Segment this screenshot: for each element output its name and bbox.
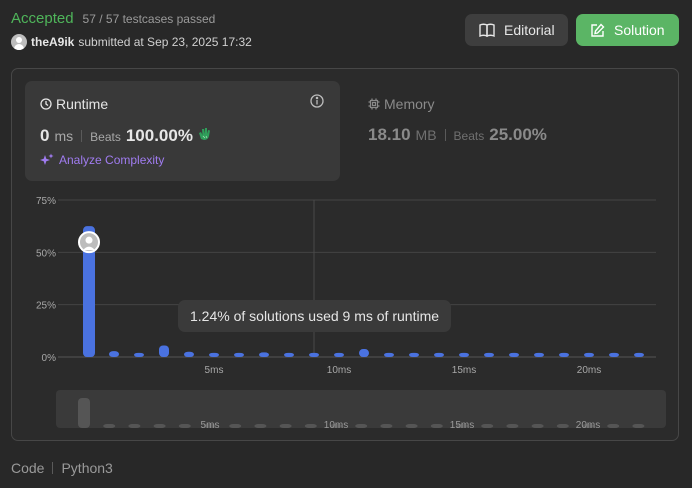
chart-bar[interactable] bbox=[184, 351, 194, 357]
chart-bar[interactable] bbox=[359, 349, 369, 357]
solution-button[interactable]: Solution bbox=[576, 14, 679, 46]
overview-bar bbox=[632, 424, 645, 428]
y-tick-label: 75% bbox=[36, 196, 56, 207]
overview-bar bbox=[178, 424, 191, 428]
overview-bar bbox=[153, 424, 166, 428]
chart-bar[interactable] bbox=[559, 352, 569, 357]
chart-bar[interactable] bbox=[634, 352, 644, 357]
username-link[interactable]: theA9ik bbox=[31, 35, 74, 49]
runtime-distribution-chart[interactable]: 75% 50% 25% 0% 5ms 10ms 15ms 20ms 5ms 10ms 15ms 20m… bbox=[12, 69, 678, 440]
x-tick-label: 5ms bbox=[205, 365, 224, 376]
chart-overview[interactable] bbox=[56, 390, 666, 428]
edit-icon bbox=[591, 22, 605, 37]
overview-x-tick-label: 15ms bbox=[450, 420, 474, 431]
overview-bar bbox=[481, 424, 494, 428]
chart-bar[interactable] bbox=[259, 352, 269, 357]
editorial-button[interactable]: Editorial bbox=[465, 14, 568, 46]
overview-bar bbox=[279, 424, 292, 428]
chart-bar[interactable] bbox=[409, 352, 419, 357]
book-icon bbox=[479, 23, 495, 37]
overview-x-tick-label: 10ms bbox=[324, 420, 348, 431]
status-accepted: Accepted bbox=[11, 10, 74, 27]
chart-bar[interactable] bbox=[309, 352, 319, 357]
chart-bar[interactable] bbox=[584, 352, 594, 357]
overview-bar bbox=[405, 424, 418, 428]
submitted-at: submitted at Sep 23, 2025 17:32 bbox=[78, 35, 252, 49]
chart-bar[interactable] bbox=[484, 352, 494, 357]
overview-bar bbox=[531, 424, 544, 428]
overview-bar bbox=[506, 424, 519, 428]
user-avatar-head bbox=[85, 236, 93, 244]
x-tick-label: 15ms bbox=[452, 365, 476, 376]
overview-bar bbox=[128, 424, 141, 428]
overview-bar bbox=[254, 424, 267, 428]
overview-bar bbox=[380, 424, 393, 428]
y-tick-label: 0% bbox=[42, 353, 57, 364]
submission-header: Accepted 57 / 57 testcases passed theA9i… bbox=[11, 10, 252, 50]
chart-bar[interactable] bbox=[509, 352, 519, 357]
testcases-passed: 57 / 57 testcases passed bbox=[82, 12, 216, 26]
result-card: Runtime 0 ms Beats 100.00% Analyze Compl… bbox=[11, 68, 679, 441]
divider bbox=[52, 462, 54, 474]
x-tick-label: 20ms bbox=[577, 365, 601, 376]
chart-bar[interactable] bbox=[334, 352, 344, 357]
overview-bar bbox=[304, 424, 317, 428]
chart-bar[interactable] bbox=[234, 352, 244, 357]
overview-bar bbox=[607, 424, 620, 428]
overview-bar bbox=[78, 398, 90, 428]
overview-bar bbox=[103, 424, 116, 428]
chart-bar[interactable] bbox=[609, 352, 619, 357]
language-label[interactable]: Python3 bbox=[61, 460, 112, 476]
overview-bar bbox=[229, 424, 242, 428]
y-tick-label: 50% bbox=[36, 248, 56, 259]
chart-tooltip: 1.24% of solutions used 9 ms of runtime bbox=[178, 300, 452, 332]
overview-x-tick-label: 20ms bbox=[576, 420, 600, 431]
chart-bar[interactable] bbox=[384, 352, 394, 357]
chart-bar[interactable] bbox=[284, 352, 294, 357]
avatar[interactable] bbox=[11, 34, 27, 50]
overview-bar bbox=[355, 424, 368, 428]
overview-bar bbox=[556, 424, 569, 428]
chart-bar[interactable] bbox=[209, 352, 219, 357]
chart-bar[interactable] bbox=[109, 351, 119, 357]
overview-bar bbox=[430, 424, 443, 428]
chart-bar[interactable] bbox=[459, 352, 469, 357]
y-tick-label: 25% bbox=[36, 301, 56, 312]
chart-bar[interactable] bbox=[534, 352, 544, 357]
x-tick-label: 10ms bbox=[327, 365, 351, 376]
editorial-label: Editorial bbox=[504, 22, 555, 38]
overview-x-tick-label: 5ms bbox=[201, 420, 220, 431]
code-footer: Code Python3 bbox=[11, 460, 113, 476]
solution-label: Solution bbox=[614, 22, 665, 38]
chart-bar[interactable] bbox=[159, 345, 169, 357]
chart-bar[interactable] bbox=[434, 352, 444, 357]
chart-bar[interactable] bbox=[134, 352, 144, 357]
code-label: Code bbox=[11, 460, 45, 476]
